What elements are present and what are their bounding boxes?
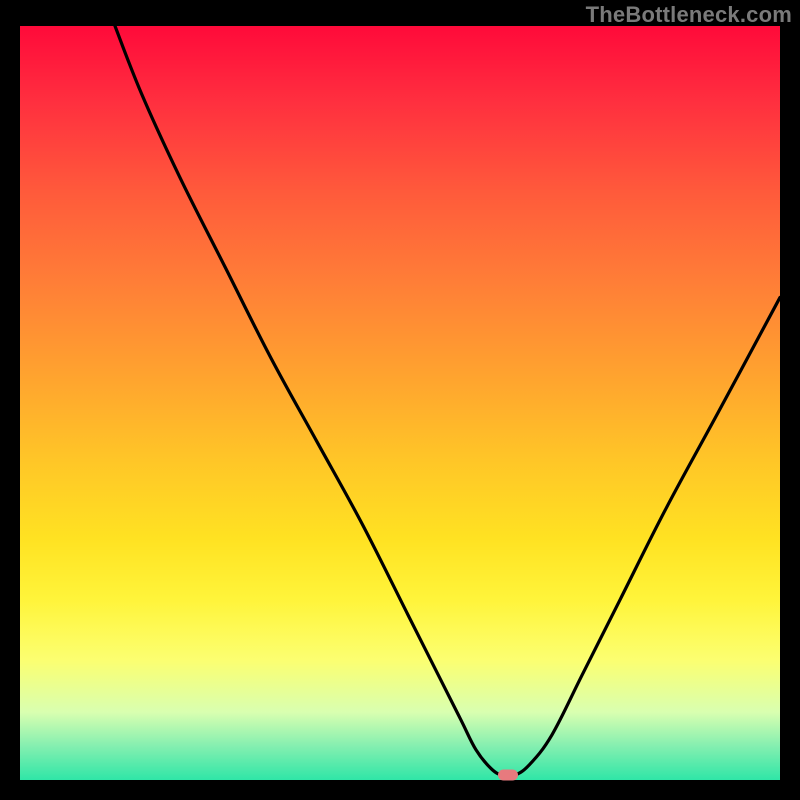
- plot-area: [20, 26, 780, 780]
- chart-frame: TheBottleneck.com: [0, 0, 800, 800]
- watermark-text: TheBottleneck.com: [586, 2, 792, 28]
- bottleneck-curve: [20, 26, 780, 780]
- optimal-point-marker: [498, 770, 518, 781]
